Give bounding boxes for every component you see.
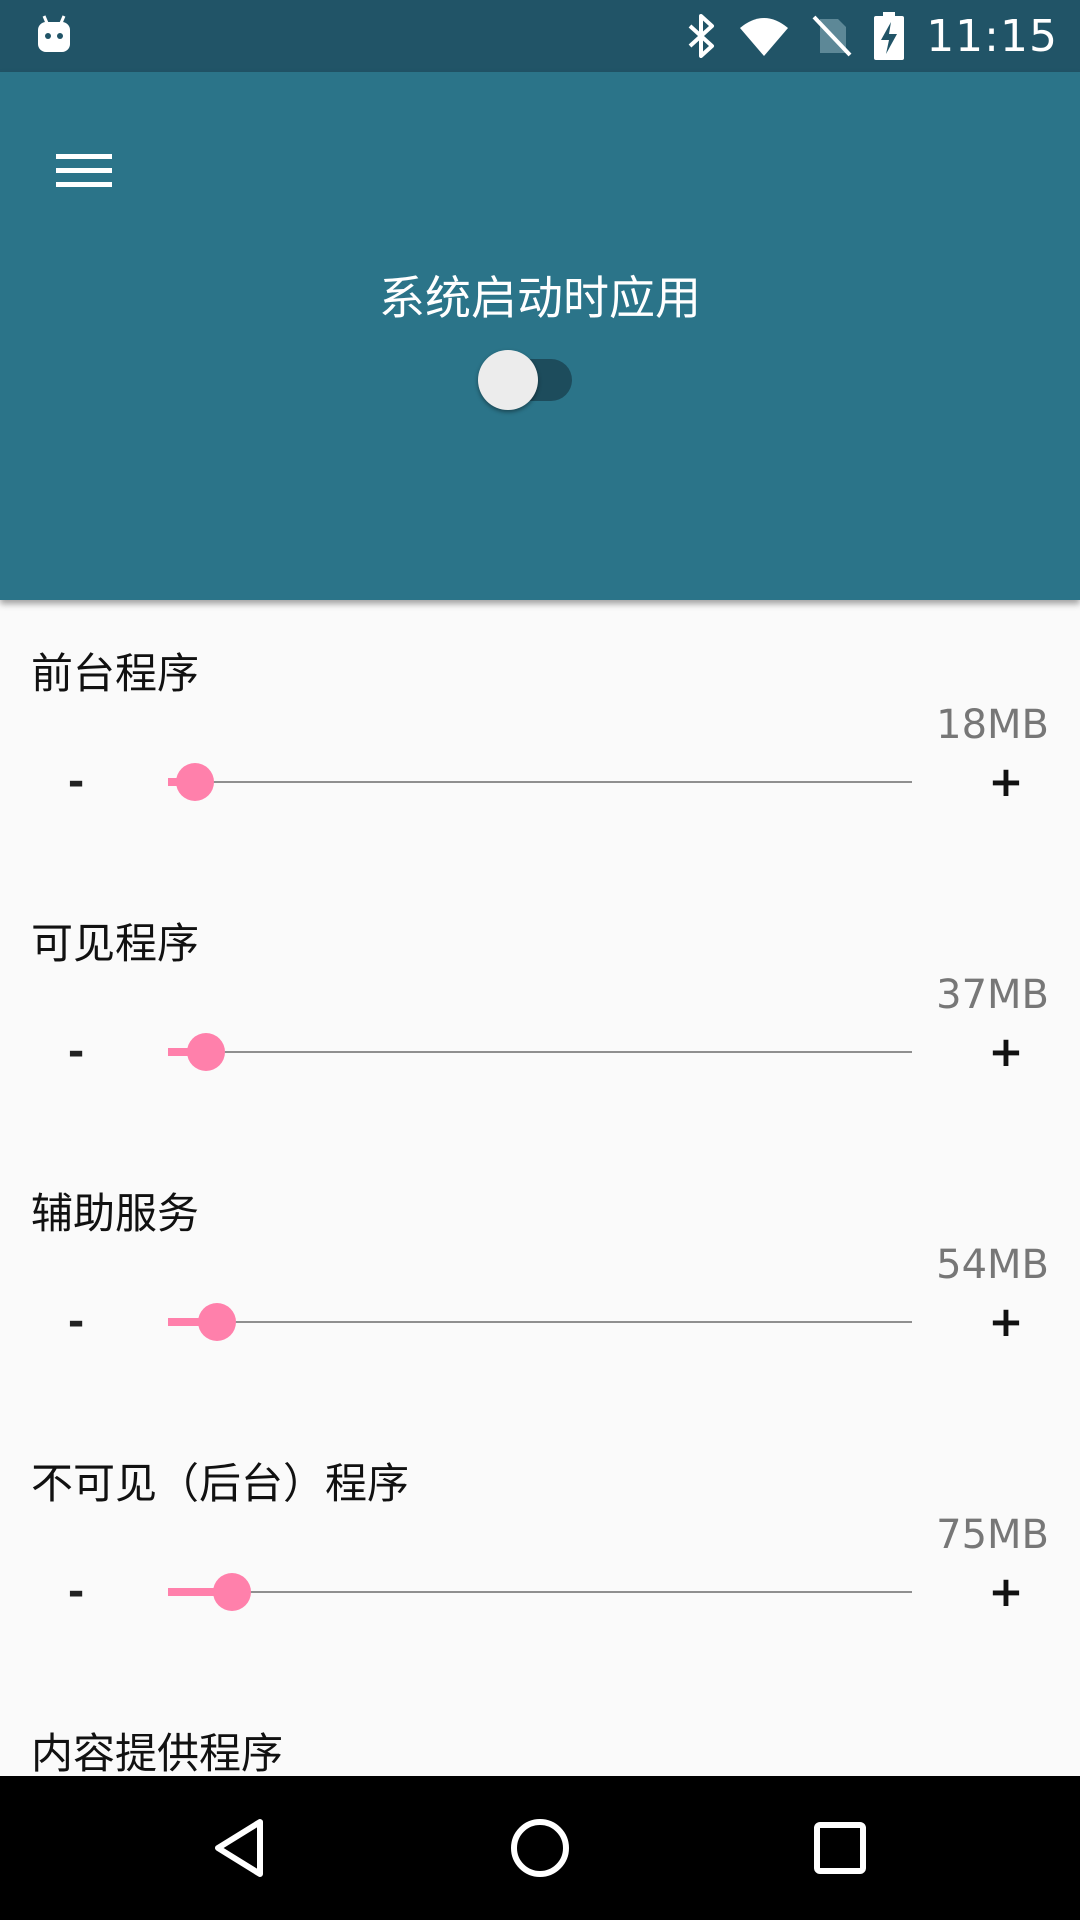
back-button[interactable] [168, 1776, 312, 1920]
wifi-icon [740, 18, 789, 56]
menu-icon[interactable] [44, 130, 124, 210]
slider-track [168, 781, 912, 783]
navigation-bar [0, 1776, 1080, 1920]
memory-slider[interactable] [168, 762, 912, 802]
home-icon [511, 1819, 569, 1877]
slider-thumb[interactable] [175, 763, 214, 801]
status-icons: 11:15 [686, 0, 1058, 72]
section-value: 75MB [936, 1512, 1049, 1558]
slider-track [168, 1321, 912, 1323]
decrease-button[interactable]: - [54, 1292, 98, 1352]
slider-thumb[interactable] [213, 1573, 252, 1611]
section-title: 内容提供程序 [31, 1729, 284, 1776]
slider-track [168, 1051, 912, 1053]
increase-button[interactable]: + [980, 752, 1032, 812]
section-title: 辅助服务 [31, 1189, 200, 1238]
section-title: 不可见（后台）程序 [31, 1459, 410, 1508]
section-content-providers: 内容提供程序 [0, 1680, 1080, 1776]
battery-charging-icon [874, 12, 905, 60]
recents-button[interactable] [768, 1776, 912, 1920]
back-icon [215, 1819, 263, 1877]
section-services: 辅助服务 54MB - + [0, 1140, 1080, 1410]
no-sim-icon [812, 15, 852, 57]
home-button[interactable] [468, 1776, 612, 1920]
memory-settings-list: 前台程序 18MB - + 可见程序 37MB - + 辅助服务 54MB - … [0, 600, 1080, 1776]
increase-button[interactable]: + [980, 1022, 1032, 1082]
slider-track [168, 1591, 912, 1593]
decrease-button[interactable]: - [54, 752, 98, 812]
decrease-button[interactable]: - [54, 1022, 98, 1082]
increase-button[interactable]: + [980, 1292, 1032, 1352]
status-time: 11:15 [926, 10, 1058, 62]
recents-icon [814, 1822, 866, 1874]
section-hidden-background: 不可见（后台）程序 75MB - + [0, 1410, 1080, 1680]
apply-on-boot-label: 系统启动时应用 [379, 271, 701, 325]
memory-slider[interactable] [168, 1572, 912, 1612]
section-title: 可见程序 [31, 919, 200, 968]
app-header: 系统启动时应用 [0, 72, 1080, 600]
slider-thumb[interactable] [187, 1033, 226, 1071]
memory-slider[interactable] [168, 1302, 912, 1342]
memory-slider[interactable] [168, 1032, 912, 1072]
section-value: 37MB [936, 972, 1049, 1018]
section-title: 前台程序 [31, 649, 200, 698]
status-bar: 11:15 [0, 0, 1080, 72]
slider-thumb[interactable] [198, 1303, 237, 1341]
section-visible: 可见程序 37MB - + [0, 870, 1080, 1140]
apply-on-boot-switch[interactable] [478, 338, 578, 410]
android-notification-icon [38, 15, 70, 52]
increase-button[interactable]: + [980, 1562, 1032, 1622]
decrease-button[interactable]: - [54, 1562, 98, 1622]
bluetooth-icon [688, 14, 715, 58]
section-foreground: 前台程序 18MB - + [0, 600, 1080, 870]
section-value: 18MB [936, 702, 1049, 748]
section-value: 54MB [936, 1242, 1049, 1288]
switch-thumb [478, 350, 538, 410]
